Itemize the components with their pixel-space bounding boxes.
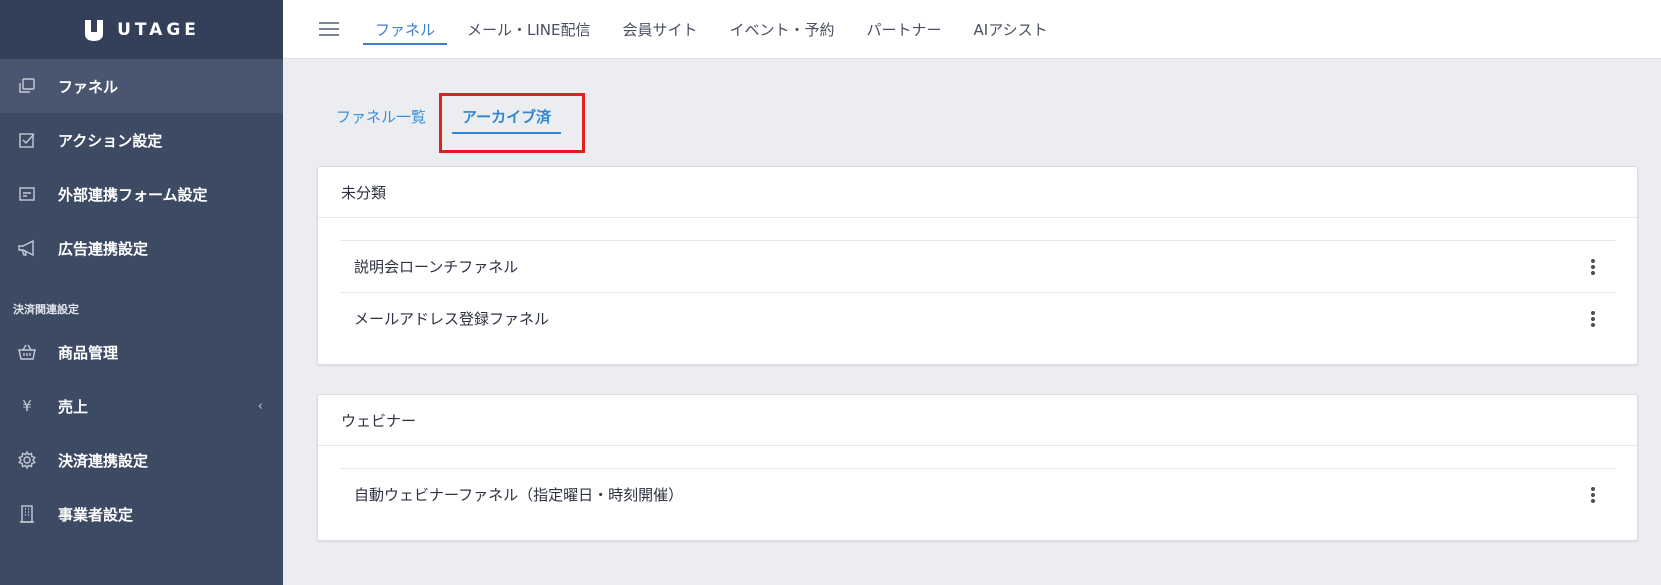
tab-funnel[interactable]: ファネル <box>359 0 451 59</box>
basket-icon <box>16 341 38 363</box>
sidebar: UTAGE ファネル アクション設定 外部連携フォーム設定 広告連携設定 決済関… <box>0 0 283 585</box>
sidebar-item-label: 広告連携設定 <box>58 239 149 258</box>
building-icon <box>16 503 38 525</box>
sidebar-item-funnel[interactable]: ファネル <box>0 59 283 113</box>
sidebar-section-payment: 決済関連設定 <box>13 303 79 316</box>
sidebar-item-label: ファネル <box>58 77 119 96</box>
sidebar-item-ad-integration[interactable]: 広告連携設定 <box>0 221 283 275</box>
tab-partner[interactable]: パートナー <box>851 0 958 59</box>
funnel-name: 自動ウェビナーファネル（指定曜日・時刻開催） <box>354 486 684 504</box>
checkbox-icon <box>16 129 38 151</box>
brand-name: UTAGE <box>117 19 200 40</box>
tab-ai-assist[interactable]: AIアシスト <box>958 0 1064 59</box>
funnel-group-card: 未分類 説明会ローンチファネル メールアドレス登録ファネル <box>317 166 1638 365</box>
tab-mail-line[interactable]: メール・LINE配信 <box>451 0 606 59</box>
more-options-icon[interactable] <box>1589 486 1597 503</box>
more-options-icon[interactable] <box>1589 310 1597 327</box>
sidebar-item-label: 売上 <box>58 397 89 416</box>
brand[interactable]: UTAGE <box>0 0 283 59</box>
megaphone-icon <box>16 237 38 259</box>
gear-icon <box>16 449 38 471</box>
sidebar-item-payment-integration[interactable]: 決済連携設定 <box>0 433 283 487</box>
sidebar-item-sales[interactable]: ¥ 売上 ‹ <box>0 379 283 433</box>
group-title: 未分類 <box>318 167 1637 218</box>
sidebar-item-label: アクション設定 <box>58 131 163 150</box>
tab-event-booking[interactable]: イベント・予約 <box>714 0 851 59</box>
group-title: ウェビナー <box>318 395 1637 446</box>
hamburger-menu-icon[interactable] <box>319 18 339 40</box>
sidebar-item-external-form[interactable]: 外部連携フォーム設定 <box>0 167 283 221</box>
funnel-row[interactable]: メールアドレス登録ファネル <box>340 292 1615 344</box>
sidebar-item-label: 商品管理 <box>58 343 119 362</box>
subtab-archived[interactable]: アーカイブ済 <box>444 90 569 143</box>
utage-logo-icon <box>85 19 104 41</box>
sidebar-item-business-settings[interactable]: 事業者設定 <box>0 487 283 541</box>
funnel-row[interactable]: 自動ウェビナーファネル（指定曜日・時刻開催） <box>340 468 1615 520</box>
more-options-icon[interactable] <box>1589 258 1597 275</box>
funnel-row[interactable]: 説明会ローンチファネル <box>340 240 1615 292</box>
sidebar-item-label: 決済連携設定 <box>58 451 149 470</box>
funnel-copy-icon <box>16 75 38 97</box>
sidebar-item-label: 外部連携フォーム設定 <box>58 185 208 204</box>
funnel-name: 説明会ローンチファネル <box>354 258 519 276</box>
top-navigation: ファネル メール・LINE配信 会員サイト イベント・予約 パートナー AIアシ… <box>283 0 1661 59</box>
yen-icon: ¥ <box>22 397 32 415</box>
tab-member-site[interactable]: 会員サイト <box>607 0 714 59</box>
funnel-group-card: ウェビナー 自動ウェビナーファネル（指定曜日・時刻開催） <box>317 394 1638 541</box>
main-content: ファネル一覧 アーカイブ済 未分類 説明会ローンチファネル メールアドレス登録フ… <box>283 60 1661 585</box>
subtab-funnel-list[interactable]: ファネル一覧 <box>318 90 444 143</box>
sidebar-item-action-settings[interactable]: アクション設定 <box>0 113 283 167</box>
sidebar-item-products[interactable]: 商品管理 <box>0 325 283 379</box>
sidebar-item-label: 事業者設定 <box>58 505 134 524</box>
funnel-name: メールアドレス登録ファネル <box>354 310 550 328</box>
chevron-left-icon[interactable]: ‹ <box>258 399 263 414</box>
funnel-subtabs: ファネル一覧 アーカイブ済 <box>318 90 569 143</box>
form-icon <box>16 183 38 205</box>
